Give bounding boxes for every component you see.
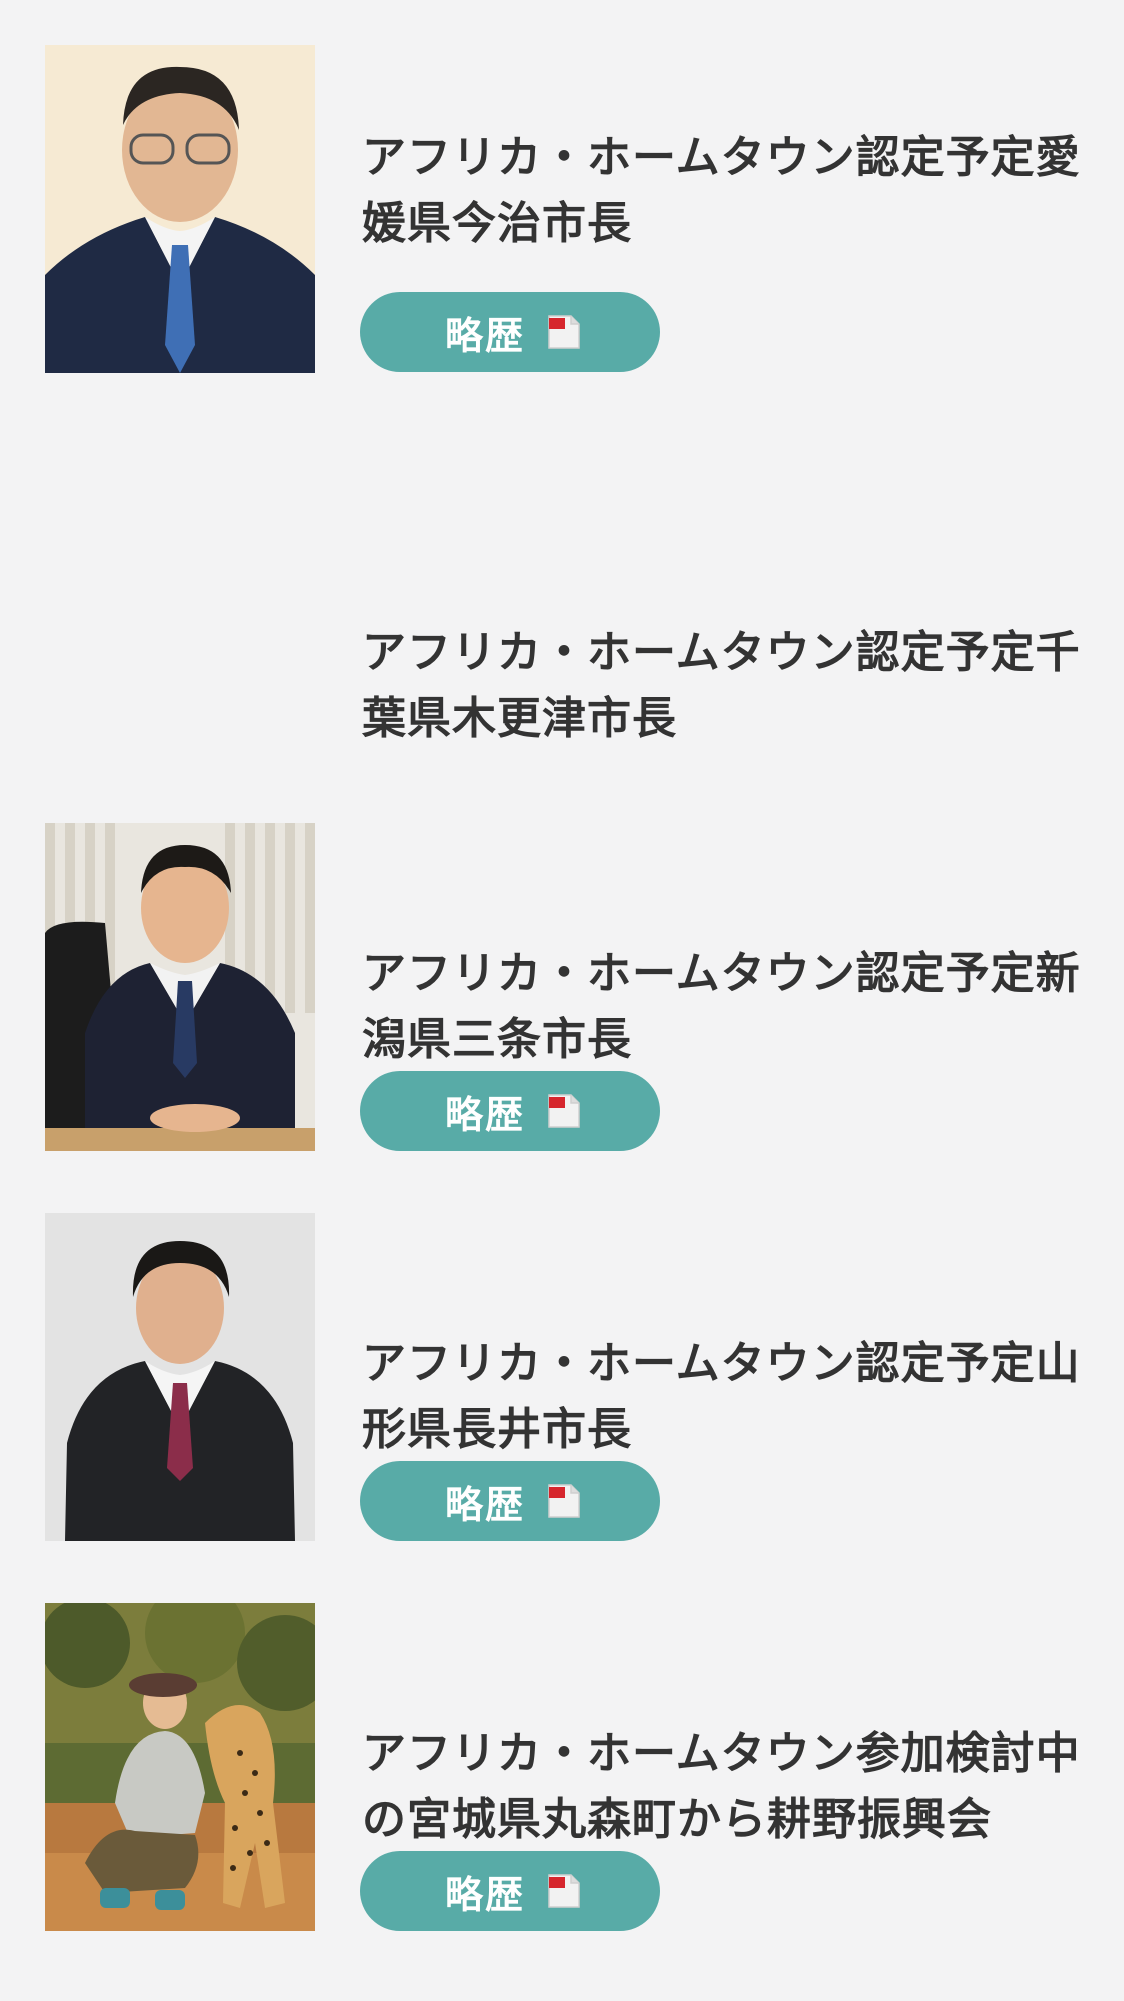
profile-title: アフリカ・ホームタウン認定予定愛媛県今治市長	[362, 132, 1081, 249]
portrait-image	[45, 1213, 315, 1541]
pdf-file-icon	[547, 1483, 581, 1519]
bio-button-label: 略歴	[444, 1092, 525, 1137]
bio-pdf-button[interactable]: 略歴	[360, 1851, 660, 1931]
profile-photo	[45, 1213, 315, 1541]
bio-pdf-button[interactable]: 略歴	[360, 1071, 660, 1151]
pdf-file-icon	[547, 314, 581, 350]
bio-button-label: 略歴	[444, 1482, 525, 1527]
profile-title: アフリカ・ホームタウン認定予定山形県長井市長	[362, 1338, 1081, 1455]
profile-photo	[45, 45, 315, 373]
pdf-file-icon	[547, 1873, 581, 1909]
page: アフリカ・ホームタウン認定予定愛媛県今治市長 略歴 アフリカ・ホームタウン認定予…	[0, 0, 1124, 2001]
profile-title: アフリカ・ホームタウン参加検討中の宮城県丸森町から耕野振興会	[362, 1728, 1081, 1845]
pdf-file-icon	[547, 1093, 581, 1129]
profile-title: アフリカ・ホームタウン認定予定千葉県木更津市長	[362, 627, 1081, 744]
bio-button-label: 略歴	[444, 313, 525, 358]
cheetah-photo-image	[45, 1603, 315, 1931]
profile-title: アフリカ・ホームタウン認定予定新潟県三条市長	[362, 948, 1081, 1065]
portrait-image	[45, 823, 315, 1151]
bio-pdf-button[interactable]: 略歴	[360, 292, 660, 372]
profile-photo	[45, 1603, 315, 1931]
profile-photo	[45, 823, 315, 1151]
bio-pdf-button[interactable]: 略歴	[360, 1461, 660, 1541]
portrait-image	[45, 45, 315, 373]
bio-button-label: 略歴	[444, 1872, 525, 1917]
